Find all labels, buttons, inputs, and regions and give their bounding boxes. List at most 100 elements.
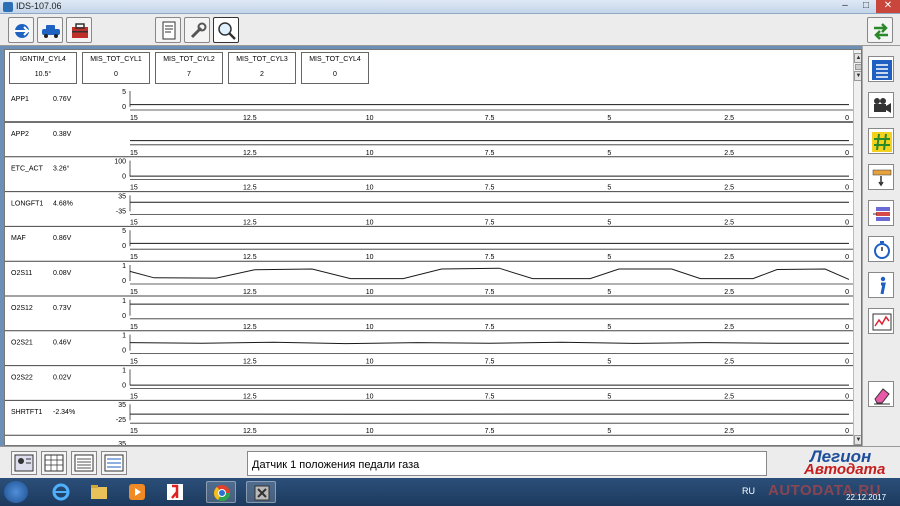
x-tick-label: 5 [607,393,611,400]
person-display-icon [14,454,34,472]
pid-value: 10.5° [34,71,52,78]
x-tick-label: 0 [845,393,849,400]
pid-value: 0.86V [53,235,72,242]
x-tick-label: 7.5 [485,254,495,261]
scroll-down-button[interactable]: ▼ [854,435,861,445]
vertical-scrollbar[interactable]: ▲ ▼ ▼ [853,50,861,445]
pid-name: MIS_TOT_CYL4 [309,56,361,63]
media-player-icon [129,484,145,500]
x-tick-label: 2.5 [724,289,734,296]
pid-name: MIS_TOT_CYL3 [236,56,288,63]
pid-value: 0 [333,71,337,78]
taskbar-app-ie[interactable] [46,481,76,503]
chrome-icon [213,485,231,502]
pid-label: APP1 [11,96,29,103]
x-tick-label: 2.5 [724,359,734,366]
pid-value: 3.26° [53,165,70,173]
trigger-button[interactable] [868,164,894,190]
pid-trace [129,341,849,345]
pid-box[interactable]: IGNTIM_CYL4 10.5° [9,52,77,84]
y-tick-label: 0 [122,348,126,355]
y-tick-label: -25 [116,417,126,424]
pid-name: MIS_TOT_CYL2 [163,56,215,63]
pid-value: 0.38V [53,131,72,138]
vehicle-connect-button[interactable] [8,17,34,43]
pid-value: 2 [260,71,264,78]
table-data-icon [74,454,94,472]
datalogger-panel: IGNTIM_CYL4 10.5° MIS_TOT_CYL1 0 MIS_TOT… [4,49,862,446]
x-tick-label: 0 [845,359,849,366]
scroll-up-button[interactable]: ▲ [854,53,861,63]
timer-button[interactable] [868,236,894,262]
pid-name: MIS_TOT_CYL1 [90,56,142,63]
tab-tools[interactable] [184,17,210,43]
minimize-button[interactable]: ‒ [835,0,855,13]
x-tick-label: 2.5 [724,254,734,261]
scroll-thumb[interactable] [855,64,861,70]
maximize-button[interactable]: □ [856,0,876,13]
taskbar-app-yandex[interactable] [160,481,190,503]
x-tick-label: 12.5 [243,359,257,366]
x-tick-label: 7.5 [485,185,495,192]
graph-view-button[interactable] [868,308,894,334]
x-tick-label: 10 [366,393,374,400]
vehicle-connect-icon [14,24,30,38]
pid-list-button[interactable] [868,56,894,82]
y-tick-label: 0 [122,278,126,285]
pid-box[interactable]: MIS_TOT_CYL2 7 [155,52,223,84]
start-button[interactable] [4,481,28,503]
pid-label: APP2 [11,131,29,138]
clear-button[interactable] [868,381,894,407]
y-tick-label: 1 [122,263,126,270]
x-tick-label: 2.5 [724,428,734,435]
x-tick-label: 12.5 [243,185,257,192]
x-tick-label: 15 [130,150,138,157]
x-tick-label: 10 [366,254,374,261]
pid-box[interactable]: MIS_TOT_CYL3 2 [228,52,296,84]
grid-view-button[interactable] [41,451,67,475]
graph-mode-button[interactable] [101,451,127,475]
toolbox-button[interactable] [66,17,92,43]
y-tick-label: 5 [122,228,126,235]
ids-icon [254,485,270,501]
wrench-icon [190,22,207,39]
pid-value: 0.08V [53,270,72,277]
y-tick-label: 35 [118,193,126,200]
close-button[interactable]: ✕ [876,0,900,13]
tab-documents[interactable] [155,17,181,43]
pid-box[interactable]: MIS_TOT_CYL1 0 [82,52,150,84]
taskbar: RU [0,478,900,506]
numeric-view-button[interactable] [868,128,894,154]
x-tick-label: 7.5 [485,289,495,296]
vehicle-button[interactable] [37,17,63,43]
list-icon [872,60,892,80]
x-tick-label: 15 [130,428,138,435]
language-indicator[interactable]: RU [742,486,755,496]
table-view-button[interactable] [71,451,97,475]
pid-value: 0.02V [53,374,72,381]
app-window: IDS-107.06 ‒ □ ✕ IGNTIM_CYL4 10.5° MIS_T… [0,0,900,506]
pid-label: SHRTFT1 [11,409,42,416]
scroll-step-button[interactable]: ▼ [854,71,861,81]
taskbar-app-chrome[interactable] [206,481,236,503]
stack-arrows-icon [873,207,890,221]
group-pids-button[interactable] [868,200,894,226]
x-tick-label: 12.5 [243,428,257,435]
x-tick-label: 12.5 [243,254,257,261]
taskbar-app-explorer[interactable] [84,481,114,503]
swap-button[interactable] [867,17,893,43]
taskbar-app-ids[interactable] [246,481,276,503]
x-tick-label: 0 [845,150,849,157]
info-button[interactable] [868,272,894,298]
x-tick-label: 5 [607,254,611,261]
pid-select-button[interactable] [11,451,37,475]
taskbar-app-media[interactable] [122,481,152,503]
record-button[interactable] [868,92,894,118]
x-tick-label: 12.5 [243,289,257,296]
tab-datalogger[interactable] [213,17,239,43]
pid-box[interactable]: MIS_TOT_CYL4 0 [301,52,369,84]
y-tick-label: 0 [122,104,126,111]
info-icon [880,276,886,295]
x-tick-label: 7.5 [485,359,495,366]
x-tick-label: 5 [607,115,611,122]
